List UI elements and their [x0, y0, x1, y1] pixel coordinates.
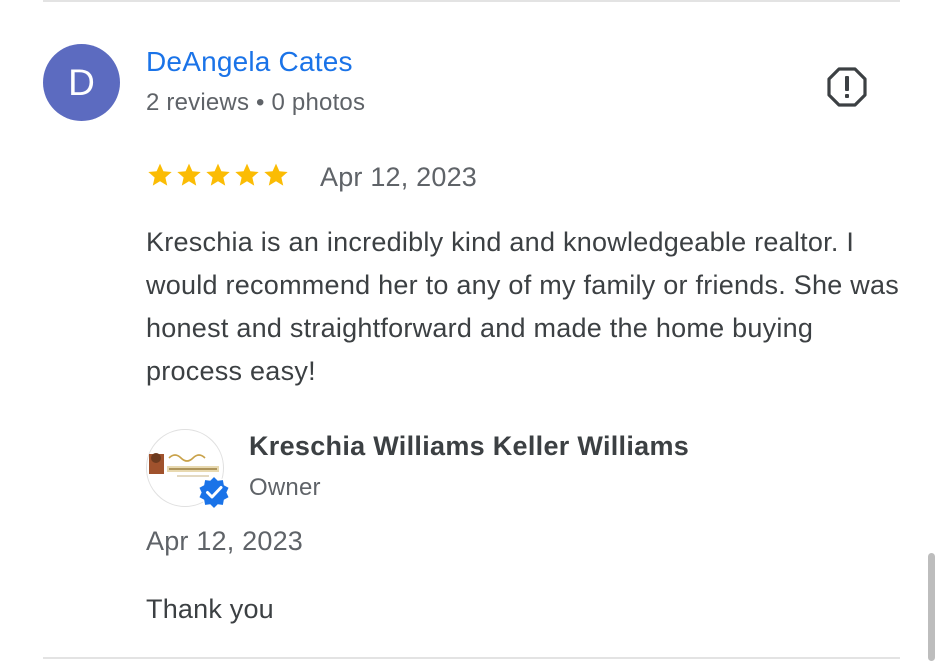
star-icon [206, 163, 230, 186]
bottom-divider [43, 657, 900, 659]
review-text: Kreschia is an incredibly kind and knowl… [146, 227, 900, 386]
star-icon [177, 163, 201, 186]
top-divider [43, 0, 900, 2]
report-review-button[interactable] [826, 66, 868, 108]
reviewer-meta: 2 reviews • 0 photos [146, 89, 366, 116]
reply-date: Apr 12, 2023 [146, 526, 304, 556]
reviewer-name-link[interactable]: DeAngela Cates [146, 46, 353, 78]
reviewer-avatar[interactable]: D [43, 44, 120, 121]
scrollbar-thumb[interactable] [928, 553, 935, 661]
report-icon [827, 67, 867, 107]
reply-text: Thank you [146, 594, 274, 624]
owner-name: Kreschia Williams Keller Williams [249, 431, 690, 461]
review-date: Apr 12, 2023 [320, 162, 478, 192]
star-icon [264, 163, 288, 186]
owner-role: Owner [249, 474, 321, 501]
verified-badge-icon [197, 475, 231, 509]
star-rating [146, 161, 290, 191]
star-icon [148, 163, 172, 186]
star-icon [235, 163, 259, 186]
avatar-initial: D [68, 61, 95, 103]
